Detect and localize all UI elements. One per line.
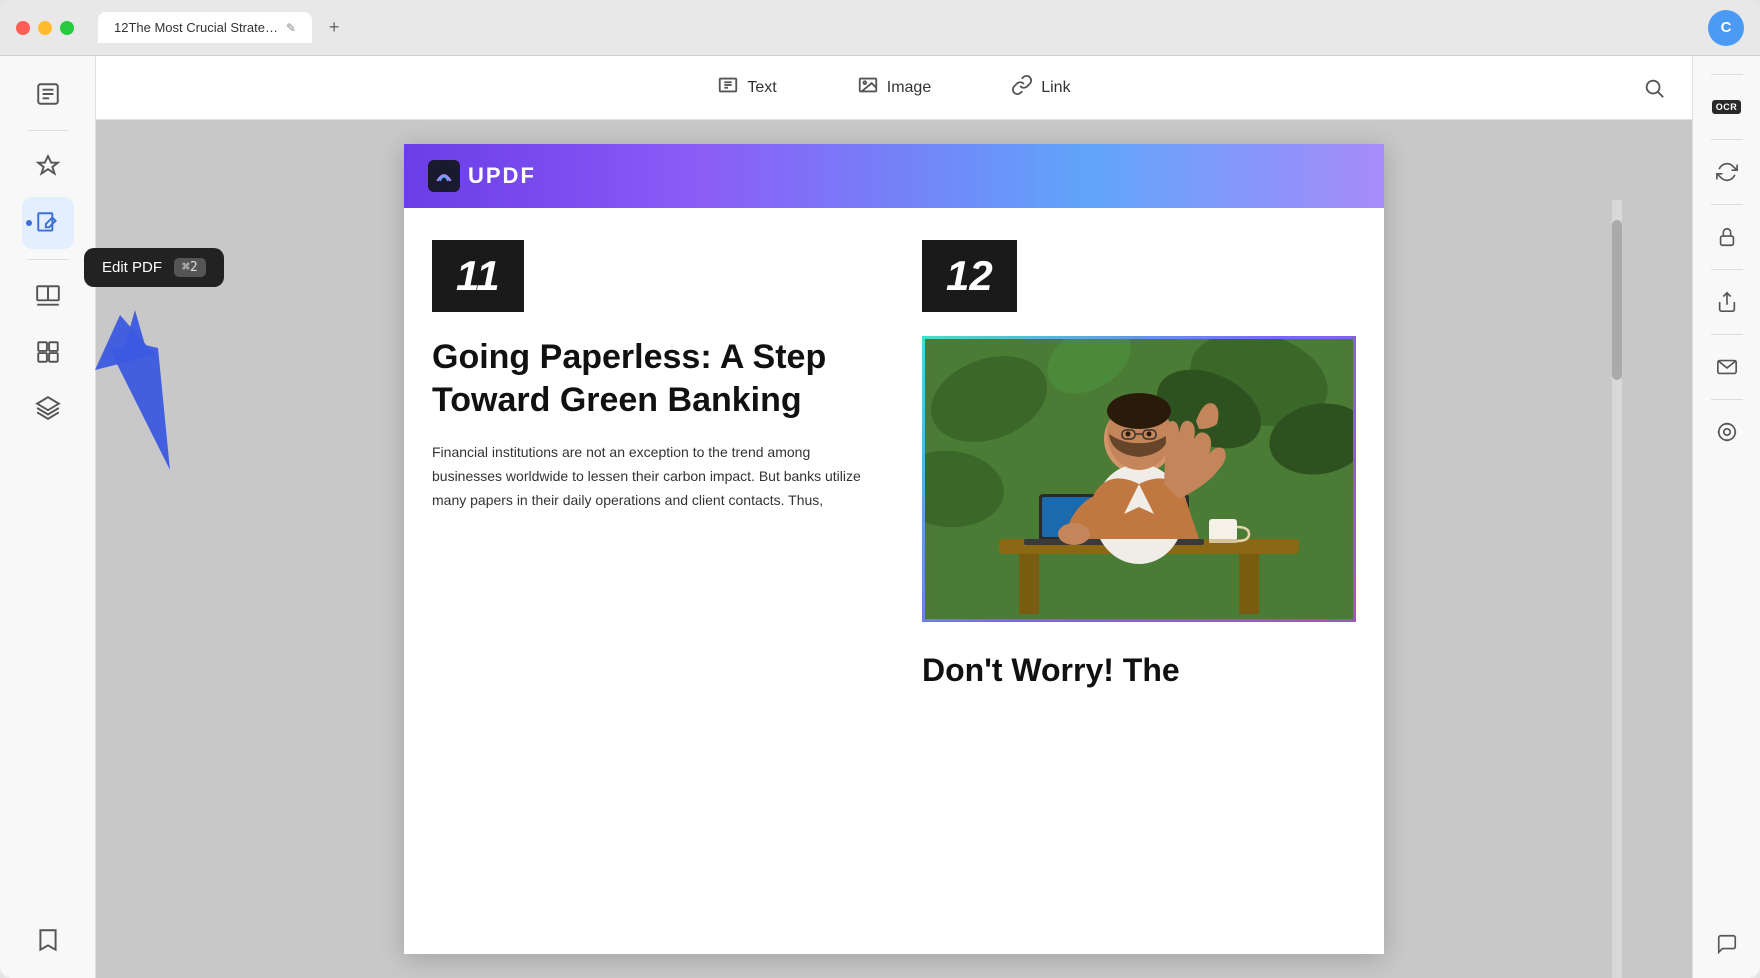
updf-logo: UPDF — [428, 160, 536, 192]
protect-tool-button[interactable] — [1705, 215, 1749, 259]
tooltip-shortcut: ⌘2 — [174, 258, 206, 277]
tooltip-label: Edit PDF — [102, 259, 162, 276]
tab-edit-icon[interactable]: ✎ — [286, 21, 296, 35]
save-tool-button[interactable] — [1705, 410, 1749, 454]
pdf-image-wrapper — [922, 336, 1356, 622]
scrollbar-thumb[interactable] — [1612, 220, 1622, 380]
link-tool-button[interactable]: Link — [995, 66, 1086, 110]
close-button[interactable] — [16, 21, 30, 35]
pdf-left-heading: Going Paperless: A Step Toward Green Ban… — [432, 336, 866, 421]
sidebar-item-bookmark[interactable] — [22, 914, 74, 966]
text-icon — [717, 74, 739, 102]
updf-brand-text: UPDF — [468, 163, 536, 189]
pdf-image — [925, 339, 1353, 619]
minimize-button[interactable] — [38, 21, 52, 35]
top-toolbar: Text Image — [96, 56, 1692, 120]
person-illustration — [925, 339, 1353, 619]
right-divider-5 — [1711, 399, 1743, 400]
link-icon — [1011, 74, 1033, 102]
text-tool-button[interactable]: Text — [701, 66, 792, 110]
pdf-content: 11 Going Paperless: A Step Toward Green … — [404, 208, 1384, 724]
tooltip-box: Edit PDF ⌘2 — [84, 248, 224, 287]
right-divider-top — [1711, 74, 1743, 75]
right-divider-2 — [1711, 204, 1743, 205]
active-tab[interactable]: 12The Most Crucial Strate… ✎ — [98, 12, 312, 43]
sidebar-item-organize[interactable] — [22, 326, 74, 378]
scrollbar-track[interactable] — [1612, 200, 1622, 978]
email-tool-button[interactable] — [1705, 345, 1749, 389]
sidebar-item-pages[interactable] — [22, 270, 74, 322]
pdf-right-heading: Don't Worry! The — [922, 650, 1356, 692]
pdf-left-body: Financial institutions are not an except… — [432, 441, 866, 512]
pdf-header: UPDF — [404, 144, 1384, 208]
share-tool-button[interactable] — [1705, 280, 1749, 324]
search-button[interactable] — [1636, 70, 1672, 106]
sidebar-divider-1 — [28, 130, 68, 131]
sidebar-item-edit-pdf[interactable] — [22, 197, 74, 249]
content-area: UPDF 11 Going Paperless: A Step Toward G… — [96, 120, 1692, 978]
image-tool-button[interactable]: Image — [841, 66, 947, 110]
comments-tool-button[interactable] — [1705, 922, 1749, 966]
tooltip-container: Edit PDF ⌘2 — [84, 248, 224, 287]
right-divider-3 — [1711, 269, 1743, 270]
app-window: 12The Most Crucial Strate… ✎ + C — [0, 0, 1760, 978]
link-label: Link — [1041, 79, 1070, 97]
text-label: Text — [747, 79, 776, 97]
add-tab-button[interactable]: + — [320, 14, 348, 42]
ocr-badge: OCR — [1712, 100, 1742, 114]
pdf-left-column: 11 Going Paperless: A Step Toward Green … — [404, 208, 894, 724]
left-sidebar — [0, 56, 96, 978]
pdf-page: UPDF 11 Going Paperless: A Step Toward G… — [404, 144, 1384, 954]
right-divider-4 — [1711, 334, 1743, 335]
sidebar-item-highlight[interactable] — [22, 141, 74, 193]
sidebar-item-layers[interactable] — [22, 382, 74, 434]
pdf-viewer[interactable]: UPDF 11 Going Paperless: A Step Toward G… — [96, 120, 1692, 978]
pdf-right-column: 12 — [894, 208, 1384, 724]
app-body: Text Image — [0, 56, 1760, 978]
traffic-lights — [16, 21, 74, 35]
updf-logo-icon — [428, 160, 460, 192]
titlebar: 12The Most Crucial Strate… ✎ + C — [0, 0, 1760, 56]
section-number-12: 12 — [922, 240, 1017, 312]
right-sidebar: OCR — [1692, 56, 1760, 978]
sidebar-item-document[interactable] — [22, 68, 74, 120]
image-label: Image — [887, 79, 931, 97]
tab-area: 12The Most Crucial Strate… ✎ + — [98, 12, 1696, 43]
tab-title: 12The Most Crucial Strate… — [114, 20, 278, 35]
user-avatar[interactable]: C — [1708, 10, 1744, 46]
maximize-button[interactable] — [60, 21, 74, 35]
image-icon — [857, 74, 879, 102]
section-number-11: 11 — [432, 240, 524, 312]
ocr-tool-button[interactable]: OCR — [1705, 85, 1749, 129]
sidebar-divider-2 — [28, 259, 68, 260]
right-divider-1 — [1711, 139, 1743, 140]
convert-tool-button[interactable] — [1705, 150, 1749, 194]
